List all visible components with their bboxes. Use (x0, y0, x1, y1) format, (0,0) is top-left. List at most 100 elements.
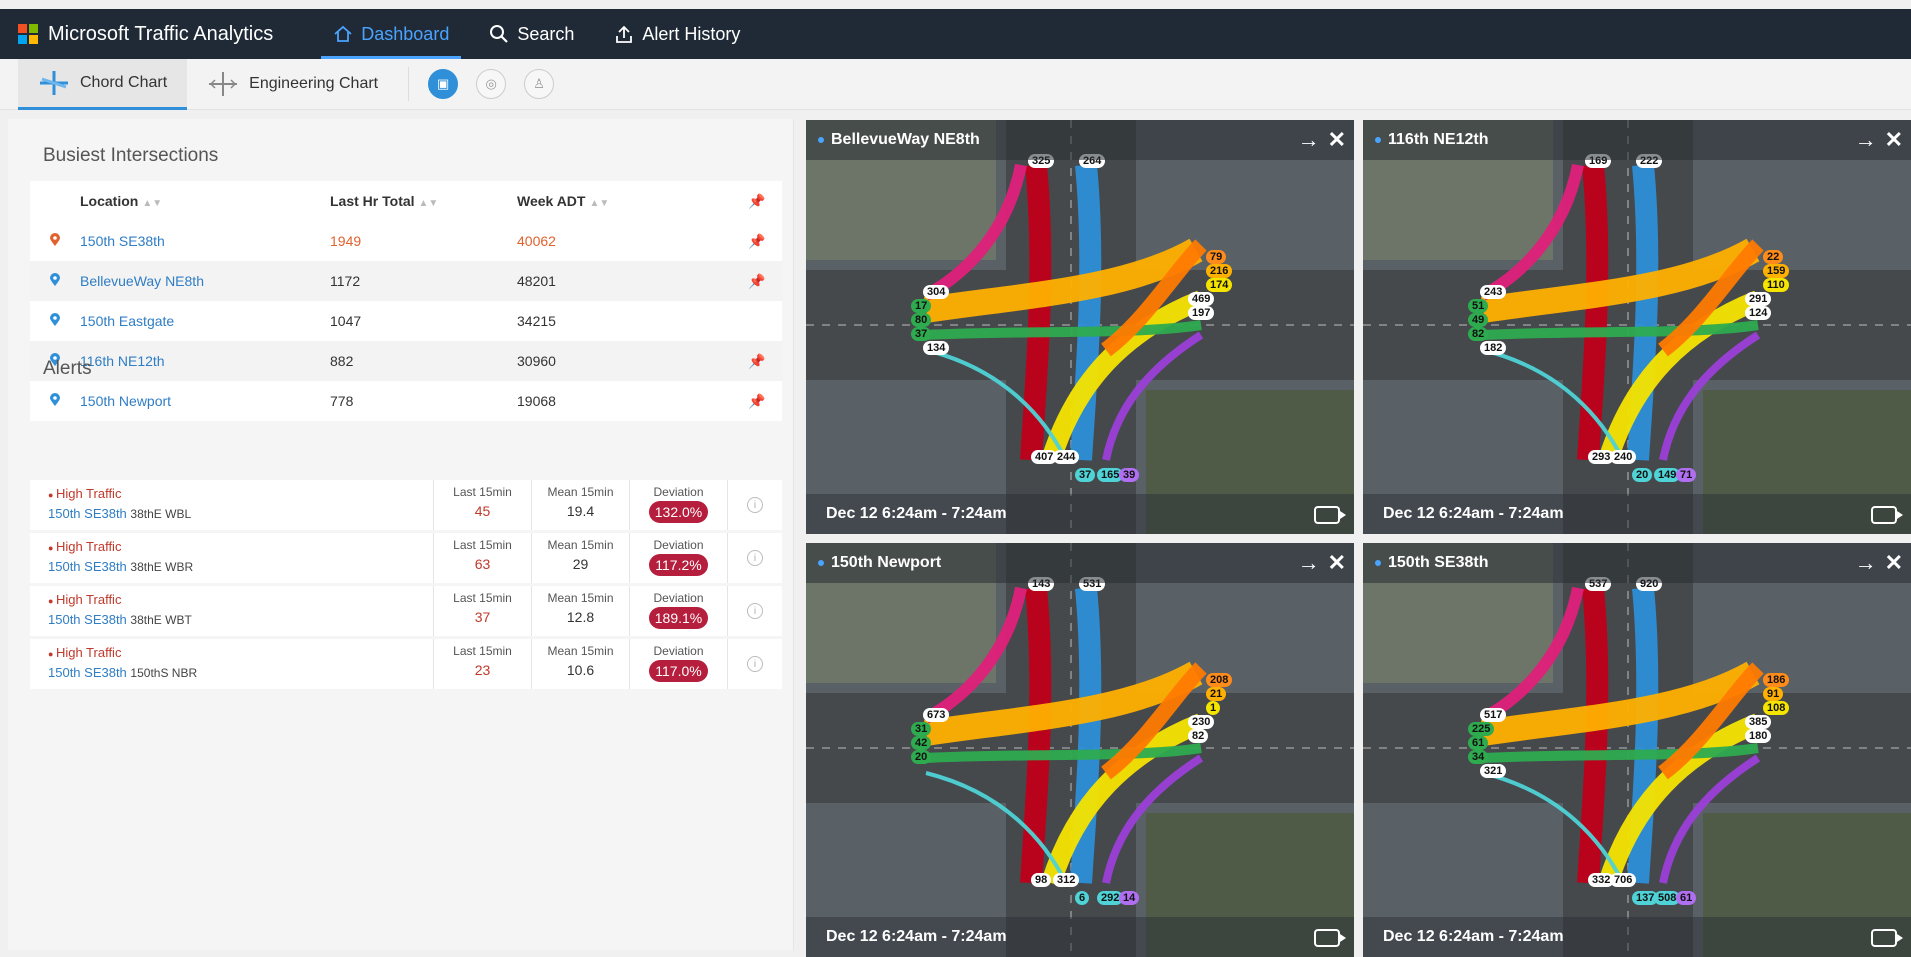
week-adt-value: 40062 (517, 233, 556, 249)
location-link[interactable]: BellevueWay NE8th (80, 273, 204, 289)
volume-label: 230 (1188, 715, 1215, 729)
alert-row[interactable]: High Traffic 150th SE38th 150thS NBR Last … (30, 639, 782, 689)
alert-row[interactable]: High Traffic 150th SE38th 38thE WBT Last 1… (30, 586, 782, 636)
camera-icon[interactable] (1871, 506, 1903, 524)
deviation-badge: 132.0% (648, 501, 709, 523)
alert-row[interactable]: High Traffic 150th SE38th 38thE WBR Last 1… (30, 533, 782, 583)
close-icon[interactable]: ✕ (1328, 550, 1346, 576)
toolbar-divider (408, 67, 410, 101)
volume-label: 108 (1763, 701, 1790, 715)
car-mode-button[interactable]: ▣ (428, 69, 459, 99)
volume-label: 124 (1745, 306, 1772, 320)
info-button[interactable]: i (728, 639, 782, 689)
busiest-title: Busiest Intersections (43, 145, 219, 166)
volume-label: 61 (1676, 891, 1697, 905)
volume-label: 71 (1676, 468, 1697, 482)
close-icon[interactable]: ✕ (1885, 550, 1903, 576)
volume-label: 182 (1480, 341, 1507, 355)
chord-chart-icon (40, 70, 68, 95)
volume-label: 174 (1206, 278, 1233, 292)
pin-icon: 📌 (748, 272, 766, 289)
open-arrow-icon[interactable]: → (1298, 550, 1320, 576)
col-location[interactable]: Location ▲▼ (80, 193, 330, 209)
sub-toolbar: Chord Chart Engineering Chart ▣ ◎ ♙ (0, 58, 1911, 110)
volume-label: 321 (1480, 764, 1507, 778)
col-week-adt[interactable]: Week ADT ▲▼ (517, 193, 732, 209)
tile-footer: Dec 12 6:24am - 7:24am (806, 917, 1354, 957)
sort-icon: ▲▼ (142, 198, 163, 209)
intersection-tile[interactable]: 325 264 79 216 174 469 197 407 244 37 165 39 304 17 80… (806, 120, 1354, 534)
tile-footer: Dec 12 6:24am - 7:24am (1363, 917, 1911, 957)
alert-type: High Traffic (48, 486, 433, 501)
table-row[interactable]: BellevueWay NE8th 1172 48201 📌 (30, 261, 782, 301)
volume-label: 51 (1468, 299, 1489, 313)
search-icon (490, 25, 509, 43)
volume-label: 34 (1468, 750, 1489, 764)
close-icon[interactable]: ✕ (1885, 127, 1903, 153)
close-icon[interactable]: ✕ (1328, 127, 1346, 153)
volume-label: 180 (1745, 729, 1772, 743)
table-row[interactable]: 150th Eastgate 1047 34215 (30, 301, 782, 341)
pin-toggle[interactable]: 📌 (732, 353, 782, 370)
last15-value: 45 (474, 503, 491, 519)
week-adt-value: 19068 (517, 393, 556, 409)
pin-icon: 📌 (748, 392, 766, 409)
volume-label: 240 (1610, 450, 1637, 464)
location-link[interactable]: 150th Newport (80, 393, 171, 409)
open-arrow-icon[interactable]: → (1298, 127, 1320, 153)
info-button[interactable]: i (728, 533, 782, 583)
alert-location-link[interactable]: 150th SE38th (48, 506, 127, 521)
location-link[interactable]: 150th SE38th (80, 233, 165, 249)
location-link[interactable]: 150th Eastgate (80, 313, 174, 329)
tab-engineering-chart[interactable]: Engineering Chart (187, 59, 398, 110)
pin-toggle[interactable]: 📌 (732, 393, 782, 410)
volume-label: 208 (1206, 673, 1233, 687)
tab-engineering-chart-label: Engineering Chart (249, 75, 379, 92)
volume-label: 385 (1745, 715, 1772, 729)
table-row[interactable]: 150th Newport 778 19068 📌 (30, 381, 782, 421)
nav-dashboard[interactable]: Dashboard (313, 9, 469, 59)
info-button[interactable]: i (728, 480, 782, 530)
table-row[interactable]: 116th NE12th 882 30960 📌 (30, 341, 782, 381)
intersection-tile[interactable]: 143 531 208 21 1 230 82 98 312 6 292 14 673 31 42 20 150… (806, 543, 1354, 957)
alert-location-link[interactable]: 150th SE38th (48, 665, 127, 680)
nav-dashboard-label: Dashboard (361, 23, 450, 44)
bike-mode-button[interactable]: ◎ (476, 69, 507, 99)
open-arrow-icon[interactable]: → (1855, 550, 1877, 576)
volume-label: 21 (1206, 687, 1227, 701)
location-link[interactable]: 116th NE12th (80, 353, 165, 369)
tab-chord-chart[interactable]: Chord Chart (18, 58, 188, 110)
status-dot (1375, 137, 1381, 143)
camera-icon[interactable] (1314, 506, 1346, 524)
camera-icon[interactable] (1314, 929, 1346, 947)
pin-toggle[interactable]: 📌 (732, 233, 782, 250)
alert-location-link[interactable]: 150th SE38th (48, 559, 127, 574)
volume-label: 186 (1763, 673, 1790, 687)
volume-label: 37 (1075, 468, 1096, 482)
mean15-value: 19.4 (566, 503, 595, 519)
intersection-tile[interactable]: 537 920 186 91 108 385 180 332 706 137 508 61 517 225… (1363, 543, 1911, 957)
volume-label: 243 (1480, 285, 1507, 299)
volume-label: 304 (923, 285, 950, 299)
pin-toggle[interactable]: 📌 (732, 273, 782, 290)
nav-alert-history[interactable]: Alert History (594, 9, 760, 59)
last15-value: 23 (474, 662, 491, 678)
brand[interactable]: Microsoft Traffic Analytics (18, 23, 273, 46)
volume-label: 37 (911, 327, 932, 341)
intersection-tile[interactable]: 169 222 22 159 110 291 124 293 240 20 149 71 243 51 49… (1363, 120, 1911, 534)
mean15-label: Mean 15min (547, 485, 614, 499)
camera-icon[interactable] (1871, 929, 1903, 947)
col-last-hr[interactable]: Last Hr Total ▲▼ (330, 193, 517, 209)
deviation-badge: 117.0% (649, 660, 708, 682)
week-adt-value: 48201 (517, 273, 556, 289)
alert-row[interactable]: High Traffic 150th SE38th 38thE WBL Last 1… (30, 480, 782, 530)
volume-label: 22 (1763, 250, 1784, 264)
pedestrian-mode-button[interactable]: ♙ (524, 69, 555, 99)
open-arrow-icon[interactable]: → (1855, 127, 1877, 153)
nav-search[interactable]: Search (469, 9, 594, 59)
alerts-list: High Traffic 150th SE38th 38thE WBL Last 1… (30, 480, 782, 692)
left-panel: Busiest Intersections Location ▲▼ Last Hr… (8, 119, 794, 950)
info-button[interactable]: i (728, 586, 782, 636)
alert-location-link[interactable]: 150th SE38th (48, 612, 127, 627)
table-row[interactable]: 150th SE38th 1949 40062 📌 (30, 221, 782, 261)
